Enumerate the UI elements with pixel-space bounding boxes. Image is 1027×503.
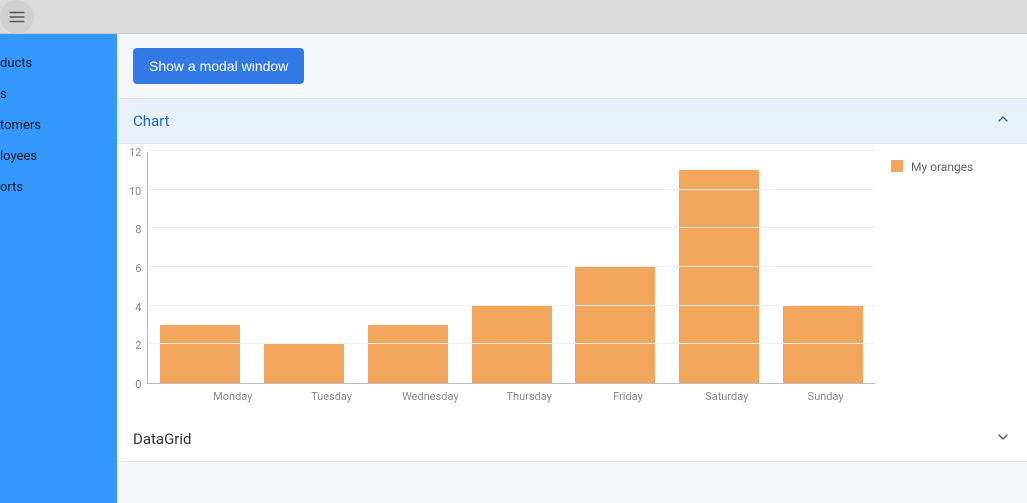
chart-legend: My oranges bbox=[875, 152, 1015, 174]
action-bar: Show a modal window bbox=[117, 34, 1027, 98]
chart-y-tick: 12 bbox=[129, 147, 141, 186]
chart-x-tick: Friday bbox=[588, 390, 668, 403]
chart-x-tick: Tuesday bbox=[292, 390, 372, 403]
accordion-header-datagrid[interactable]: DataGrid bbox=[117, 417, 1027, 462]
chart-x-tick: Monday bbox=[193, 390, 273, 403]
chevron-down-icon bbox=[995, 429, 1011, 449]
chart-bar bbox=[368, 325, 448, 383]
sidebar-item-label: orts bbox=[0, 180, 23, 195]
sidebar-item-employees[interactable]: loyees bbox=[0, 141, 117, 172]
chart-x-tick: Thursday bbox=[489, 390, 569, 403]
sidebar-item-customers[interactable]: tomers bbox=[0, 110, 117, 141]
top-bar bbox=[0, 0, 1027, 34]
main-content: Show a modal window Chart 121086420 Mond… bbox=[117, 34, 1027, 503]
chevron-up-icon bbox=[995, 111, 1011, 131]
sidebar-item-label: tomers bbox=[0, 118, 41, 133]
show-modal-button[interactable]: Show a modal window bbox=[133, 48, 304, 84]
chart-y-tick: 10 bbox=[129, 186, 141, 225]
legend-swatch bbox=[891, 160, 903, 172]
hamburger-menu-button[interactable] bbox=[0, 0, 34, 34]
chart-y-tick: 8 bbox=[135, 224, 141, 263]
accordion-body-chart: 121086420 MondayTuesdayWednesdayThursday… bbox=[117, 144, 1027, 417]
chart-x-tick: Sunday bbox=[786, 390, 866, 403]
chart-x-axis: Monday Tuesday Wednesday Thursday Friday Satu… bbox=[183, 384, 875, 403]
sidebar-item-label: ducts bbox=[0, 56, 32, 71]
chart-bar bbox=[575, 267, 655, 383]
chart-y-tick: 2 bbox=[135, 340, 141, 379]
sidebar-item-products[interactable]: ducts bbox=[0, 48, 117, 79]
accordion-header-chart[interactable]: Chart bbox=[117, 99, 1027, 144]
chart-y-axis: 121086420 bbox=[129, 152, 147, 384]
chart: 121086420 MondayTuesdayWednesdayThursday… bbox=[129, 152, 1015, 403]
chart-x-tick: Wednesday bbox=[390, 390, 470, 403]
chart-y-tick: 4 bbox=[135, 302, 141, 341]
sidebar-item-label: loyees bbox=[0, 149, 37, 164]
accordion: Chart 121086420 MondayTuesdayWednesdayTh… bbox=[117, 98, 1027, 462]
sidebar-item-reports[interactable]: orts bbox=[0, 172, 117, 203]
sidebar-item-generic[interactable]: s bbox=[0, 79, 117, 110]
hamburger-icon bbox=[8, 8, 26, 26]
chart-bar bbox=[160, 325, 240, 383]
accordion-title: Chart bbox=[133, 112, 170, 130]
chart-y-tick: 6 bbox=[135, 263, 141, 302]
chart-bar bbox=[264, 344, 344, 383]
sidebar: ducts s tomers loyees orts bbox=[0, 34, 117, 503]
accordion-title: DataGrid bbox=[133, 430, 191, 448]
chart-x-tick: Saturday bbox=[687, 390, 767, 403]
chart-plot-area bbox=[147, 152, 875, 384]
chart-bar bbox=[679, 170, 759, 383]
sidebar-item-label: s bbox=[0, 87, 7, 102]
legend-label: My oranges bbox=[911, 160, 973, 174]
